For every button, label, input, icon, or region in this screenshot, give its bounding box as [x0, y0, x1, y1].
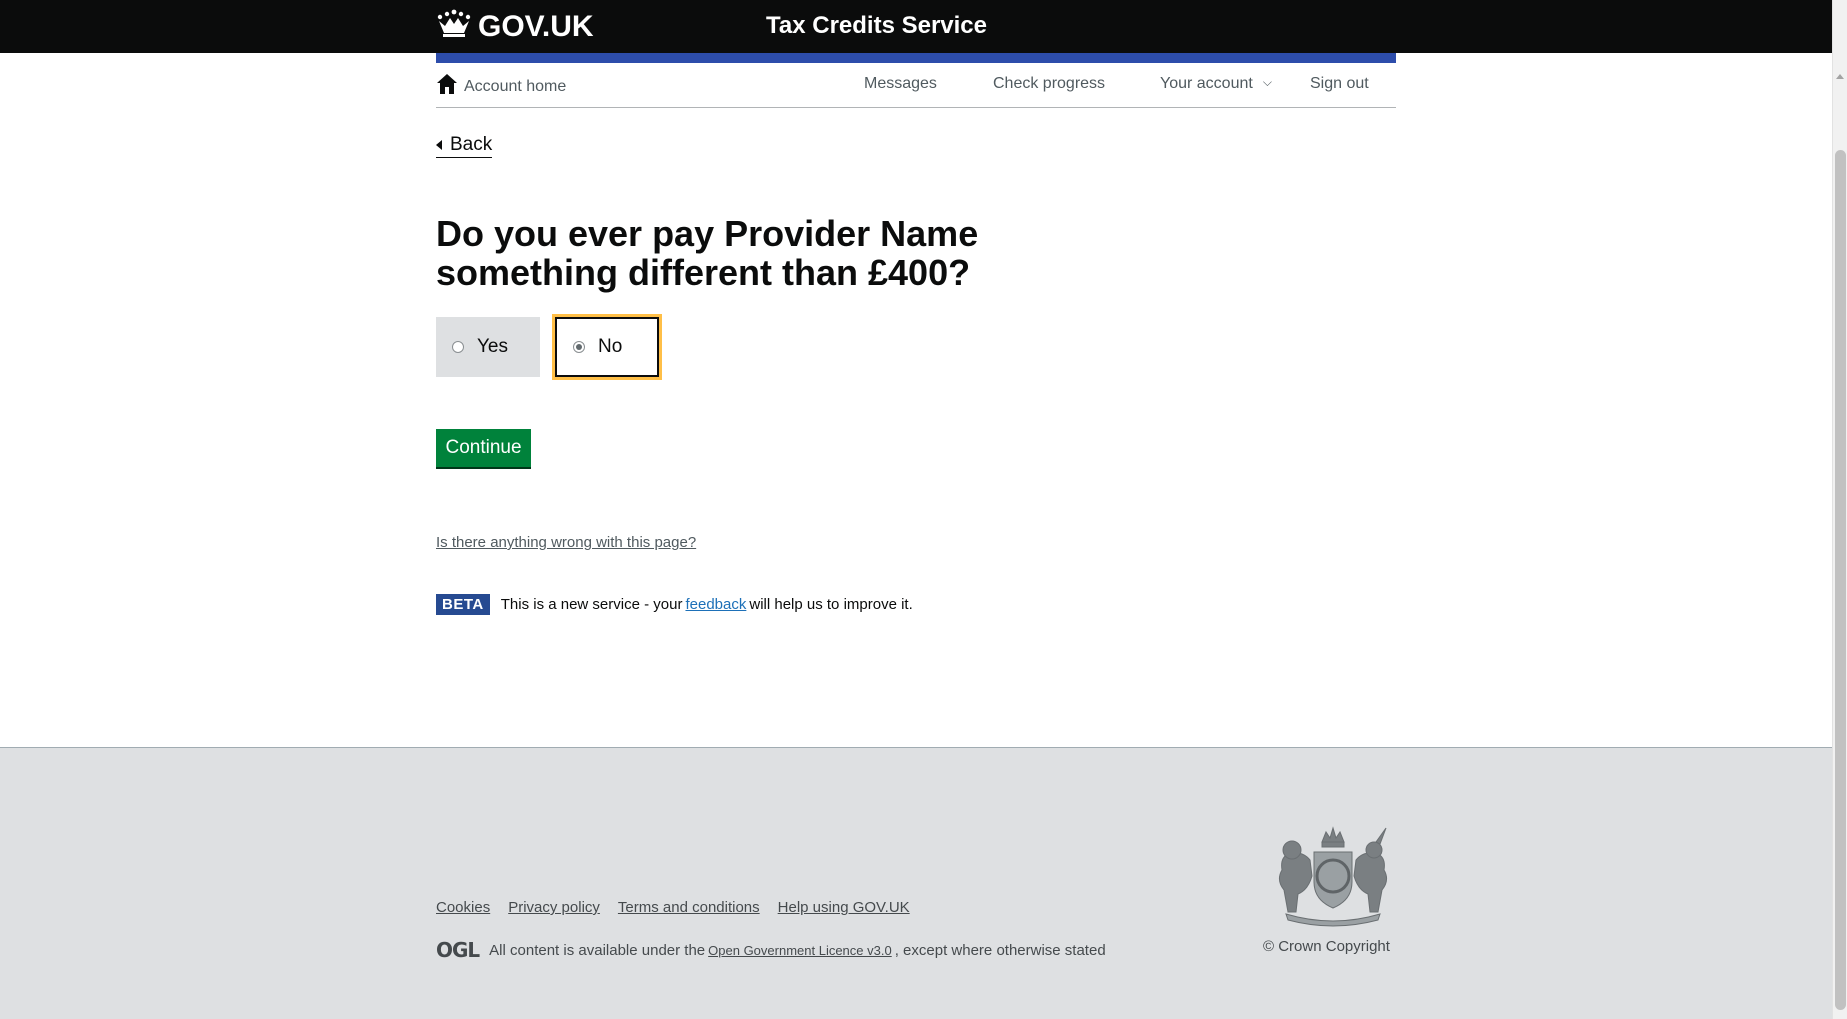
back-label: Back	[450, 134, 493, 155]
beta-tag: BETA	[436, 594, 490, 615]
radio-label-yes: Yes	[477, 336, 508, 357]
licence-text-after: , except where otherwise stated	[894, 941, 1106, 959]
footer-link-terms[interactable]: Terms and conditions	[618, 899, 760, 916]
radio-option-yes[interactable]: Yes	[436, 317, 540, 377]
radio-circle-no[interactable]	[573, 341, 585, 353]
home-icon	[436, 73, 464, 100]
govuk-header: GOV.UK Tax Credits Service	[0, 0, 1832, 53]
nav-messages[interactable]: Messages	[864, 75, 937, 93]
feedback-link[interactable]: feedback	[685, 596, 746, 613]
page: GOV.UK Tax Credits Service Account home …	[0, 0, 1832, 1019]
service-name-link[interactable]: Tax Credits Service	[766, 12, 987, 40]
beta-text-before: This is a new service - your	[500, 596, 683, 613]
footer-links: Cookies Privacy policy Terms and conditi…	[436, 899, 928, 916]
footer-link-privacy[interactable]: Privacy policy	[508, 899, 600, 916]
royal-crest-icon	[1270, 824, 1396, 928]
beta-banner: BETA This is a new service - your feedba…	[436, 594, 913, 615]
page-scrollbar[interactable]	[1832, 0, 1847, 1019]
footer: Cookies Privacy policy Terms and conditi…	[0, 747, 1832, 1019]
nav-home-label: Account home	[464, 77, 567, 95]
crown-icon	[436, 9, 472, 44]
account-nav: Account home Messages Check progress You…	[436, 63, 1396, 108]
radio-option-no[interactable]: No	[552, 314, 662, 380]
crown-copyright[interactable]: © Crown Copyright	[1263, 938, 1390, 955]
nav-check-progress[interactable]: Check progress	[993, 75, 1105, 93]
licence-link[interactable]: Open Government Licence v3.0	[708, 943, 892, 958]
logo-text: GOV.UK	[478, 9, 594, 43]
beta-text-after: will help us to improve it.	[749, 596, 913, 613]
nav-your-account-label: Your account	[1160, 75, 1253, 92]
page-title: Do you ever pay Provider Name something …	[436, 213, 979, 293]
back-arrow-icon	[436, 140, 442, 150]
ogl-licence: OGL All content is available under the O…	[436, 938, 1106, 962]
radio-label-no: No	[598, 336, 623, 357]
scroll-up-arrow-icon[interactable]	[1836, 74, 1844, 79]
scroll-thumb[interactable]	[1835, 150, 1846, 1010]
header-inner: GOV.UK Tax Credits Service	[436, 0, 1396, 53]
footer-link-help[interactable]: Help using GOV.UK	[778, 899, 910, 916]
nav-sign-out[interactable]: Sign out	[1310, 75, 1369, 93]
radio-circle-yes[interactable]	[452, 341, 464, 353]
govuk-logo-link[interactable]: GOV.UK	[436, 9, 594, 44]
chevron-down-icon: ⌵	[1262, 75, 1272, 89]
licence-text-before: All content is available under the	[489, 941, 706, 959]
footer-link-cookies[interactable]: Cookies	[436, 899, 490, 916]
nav-your-account[interactable]: Your account ⌵	[1160, 75, 1272, 93]
header-accent-bar	[436, 53, 1396, 63]
report-problem-link[interactable]: Is there anything wrong with this page?	[436, 534, 696, 551]
ogl-logo-icon: OGL	[436, 938, 480, 962]
continue-button[interactable]: Continue	[436, 429, 531, 467]
nav-account-home[interactable]: Account home	[436, 73, 566, 100]
back-link[interactable]: Back	[436, 134, 493, 158]
